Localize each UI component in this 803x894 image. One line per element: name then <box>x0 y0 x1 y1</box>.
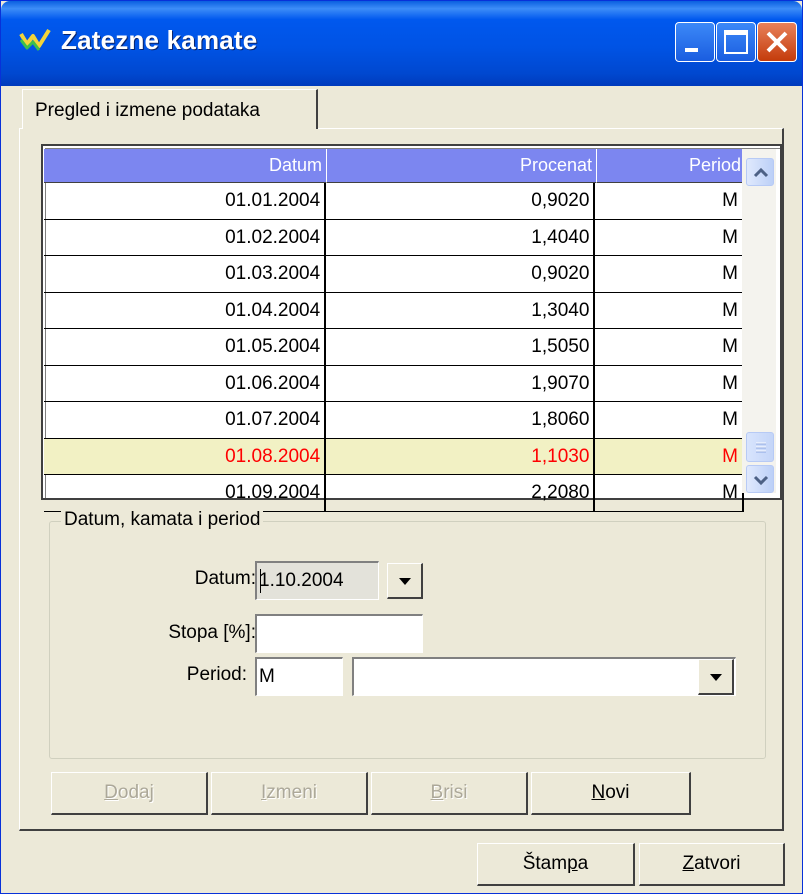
title-bar[interactable]: Zatezne kamate <box>1 1 802 86</box>
zatvori-button[interactable]: Zatvori <box>639 843 785 886</box>
minimize-icon <box>685 48 698 52</box>
cell-datum: 01.01.2004 <box>44 183 327 220</box>
minimize-button[interactable] <box>675 22 715 62</box>
stampa-label-b: a <box>577 853 589 874</box>
cell-datum: 01.09.2004 <box>44 475 327 512</box>
cell-period: M <box>595 292 744 329</box>
table-row[interactable]: 01.06.2004 1,9070 M <box>44 365 744 402</box>
cell-procenat: 1,3040 <box>326 292 596 329</box>
table-row-selected[interactable]: 01.08.2004 1,1030 M <box>44 438 744 475</box>
cell-datum: 01.08.2004 <box>44 438 327 475</box>
cell-period: M <box>595 365 744 402</box>
stopa-label: Stopa [%]: <box>168 622 256 643</box>
tab-pregled[interactable]: Pregled i izmene podataka <box>22 89 318 129</box>
close-button[interactable] <box>757 22 797 62</box>
column-header-period[interactable]: Period <box>597 149 746 183</box>
dropdown-arrow-icon <box>710 674 722 681</box>
datum-label: Datum: <box>194 568 256 589</box>
dodaj-label: odaj <box>117 782 154 803</box>
dropdown-arrow-icon <box>399 578 411 585</box>
cell-period: M <box>595 219 744 256</box>
text-caret <box>260 569 261 593</box>
cell-period: M <box>595 475 744 512</box>
cell-datum: 01.07.2004 <box>44 402 327 439</box>
table-row[interactable]: 01.04.2004 1,3040 M <box>44 292 744 329</box>
cell-period: M <box>595 183 744 220</box>
column-header-procenat[interactable]: Procenat <box>327 149 597 183</box>
chevron-down-icon <box>753 475 769 486</box>
column-header-datum[interactable]: Datum <box>44 149 327 183</box>
cell-datum: 01.03.2004 <box>44 256 327 293</box>
izmeni-label: zmeni <box>266 782 317 803</box>
cell-procenat: 1,5050 <box>326 329 596 366</box>
stampa-label-a: Štam <box>522 853 568 874</box>
group-title: Datum, kamata i period <box>61 509 264 531</box>
table-row[interactable]: 01.02.2004 1,4040 M <box>44 219 744 256</box>
grid-body: 01.01.2004 0,9020 M 01.02.2004 1,4040 M … <box>44 183 744 512</box>
cell-procenat: 1,8060 <box>326 402 596 439</box>
table-row[interactable]: 01.09.2004 2,2080 M <box>44 475 744 512</box>
grip-icon <box>756 442 766 453</box>
stopa-input[interactable] <box>255 614 423 653</box>
cell-procenat: 2,2080 <box>326 475 596 512</box>
app-icon <box>19 28 51 51</box>
period-label: Period: <box>186 664 247 685</box>
maximize-button[interactable] <box>716 22 756 62</box>
cell-period: M <box>595 256 744 293</box>
cell-datum: 01.06.2004 <box>44 365 327 402</box>
scroll-thumb[interactable] <box>746 432 774 462</box>
scroll-up-button[interactable] <box>746 158 774 186</box>
app-window: Zatezne kamate Pregled i izmene podataka… <box>0 0 803 894</box>
dodaj-accel: D <box>104 782 118 803</box>
period-select[interactable] <box>352 657 736 696</box>
cell-procenat: 0,9020 <box>326 183 596 220</box>
brisi-accel: B <box>430 782 444 803</box>
izmeni-button[interactable]: Izmeni <box>211 772 368 815</box>
brisi-button[interactable]: Brisi <box>371 772 528 815</box>
close-icon <box>766 31 788 53</box>
chevron-up-icon <box>753 167 769 178</box>
datum-dropdown-button[interactable] <box>387 563 423 599</box>
cell-procenat: 0,9020 <box>326 256 596 293</box>
table-row[interactable]: 01.03.2004 0,9020 M <box>44 256 744 293</box>
period-code-input[interactable]: M <box>255 657 343 696</box>
cell-procenat: 1,4040 <box>326 219 596 256</box>
table-row[interactable]: 01.01.2004 0,9020 M <box>44 183 744 220</box>
stampa-accel: p <box>567 853 578 874</box>
zatvori-accel: Z <box>682 853 695 874</box>
window-title: Zatezne kamate <box>61 25 258 55</box>
datum-field[interactable]: 1.10.2004 <box>255 561 379 600</box>
grid-header: Datum Procenat Period <box>44 149 746 183</box>
table-row[interactable]: 01.05.2004 1,5050 M <box>44 329 744 366</box>
cell-procenat: 1,1030 <box>326 438 596 475</box>
cell-datum: 01.02.2004 <box>44 219 327 256</box>
novi-button[interactable]: Novi <box>531 772 691 815</box>
brisi-label: risi <box>443 782 468 803</box>
table-row[interactable]: 01.07.2004 1,8060 M <box>44 402 744 439</box>
stampa-button[interactable]: Štampa <box>477 843 635 886</box>
datum-value: 1.10.2004 <box>259 570 344 591</box>
period-dropdown-button[interactable] <box>698 659 734 695</box>
cell-datum: 01.05.2004 <box>44 329 327 366</box>
cell-period: M <box>595 438 744 475</box>
vertical-scrollbar[interactable] <box>742 149 776 493</box>
period-code-value: M <box>259 666 275 687</box>
novi-label: ovi <box>605 782 630 803</box>
dodaj-button[interactable]: Dodaj <box>51 772 208 815</box>
cell-period: M <box>595 402 744 439</box>
scroll-down-button[interactable] <box>746 465 774 493</box>
novi-accel: N <box>591 782 606 803</box>
maximize-icon <box>724 30 748 54</box>
cell-procenat: 1,9070 <box>326 365 596 402</box>
cell-period: M <box>595 329 744 366</box>
cell-datum: 01.04.2004 <box>44 292 327 329</box>
zatvori-label: atvori <box>694 853 741 874</box>
tab-label: Pregled i izmene podataka <box>35 100 260 121</box>
